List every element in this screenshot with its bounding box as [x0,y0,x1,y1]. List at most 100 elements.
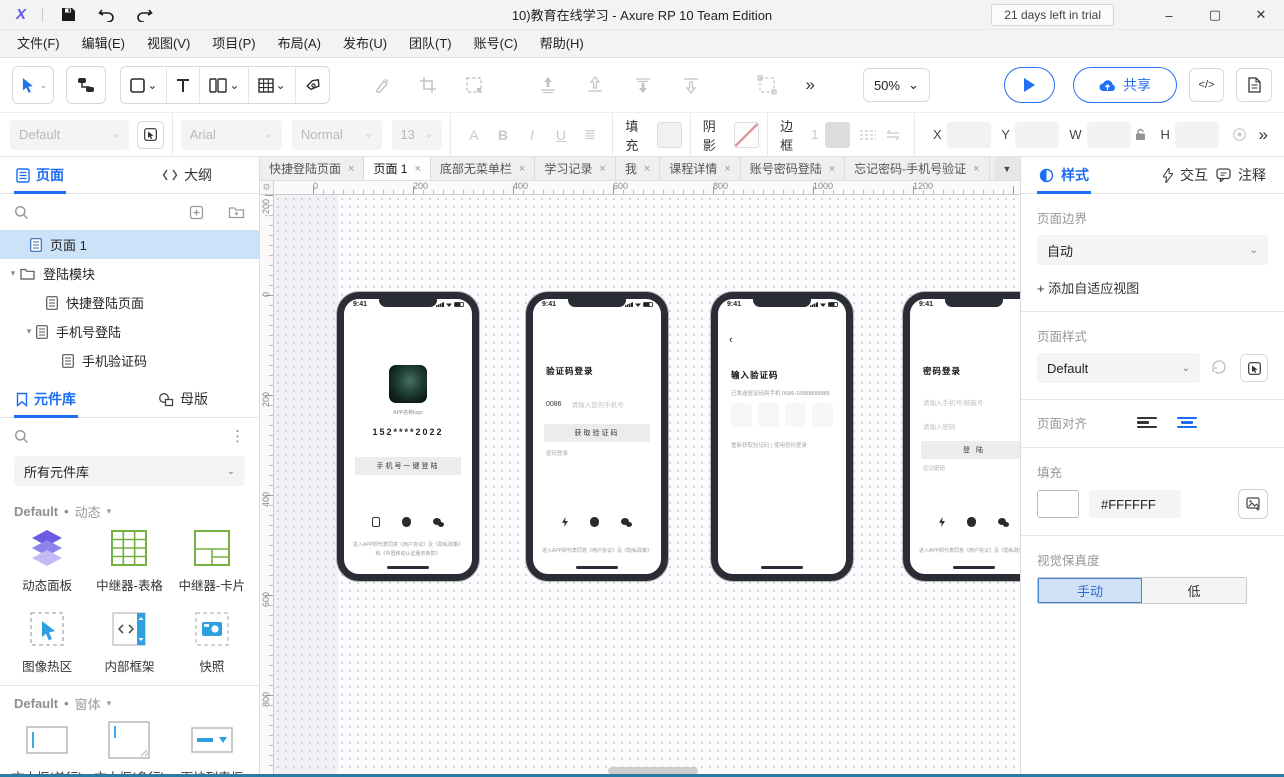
underline-button[interactable]: U [546,127,575,143]
phone-mockup-enter-code[interactable]: 9:41 ‹ 输入验证码 已发送验证码到手机 0086-18888888888 … [711,292,853,581]
style-picker-button[interactable] [1240,354,1268,382]
shadow-swatch[interactable] [734,122,759,148]
tab-close-icon[interactable]: × [414,163,420,175]
forgot-password-link[interactable]: 忘记密码 [923,464,945,472]
resend-or-password-links[interactable]: 重新获取验证码 | 使用密码登录 [731,441,807,449]
transform-icon[interactable] [457,68,491,102]
font-weight-select[interactable]: Normal⌄ [292,120,382,150]
password-input-row[interactable]: 请输入密码 [923,421,1020,431]
tab-outline[interactable]: 大纲 [160,157,214,194]
y-field[interactable] [1015,122,1060,148]
phone-mockup-sms-login[interactable]: 9:41 验证码登录 0086 请输入您的手机号 获取验证码 密码登录 进入AP… [526,292,668,581]
fill-swatch[interactable] [657,122,682,148]
menu-file[interactable]: 文件(F) [6,30,71,58]
caret-down-icon[interactable]: ▾ [6,268,20,279]
widget-hotspot[interactable]: 图像热区 [6,610,88,675]
kebab-menu-icon[interactable]: ⋮ [230,427,245,445]
menu-arrange[interactable]: 布局(A) [267,30,332,58]
caret-down-icon[interactable]: ▾ [22,326,36,337]
border-color-swatch[interactable] [825,122,850,148]
menu-help[interactable]: 帮助(H) [529,30,595,58]
fidelity-manual-option[interactable]: 手动 [1038,578,1142,603]
country-code[interactable]: 0086 [546,401,562,408]
tree-item-quick-login[interactable]: 快捷登陆页面 [0,288,259,317]
widget-textfield-multi[interactable]: 文本框(多行) [88,721,170,777]
get-code-button[interactable]: 获取验证码 [544,424,650,442]
library-section-dynamic[interactable]: Default • 动态 ▾ [0,494,259,527]
tab-close-icon[interactable]: × [644,163,650,175]
border-style-icon[interactable] [856,118,881,152]
bring-to-front-icon[interactable] [531,68,565,102]
code-digit-box[interactable] [785,403,806,427]
canvas-view[interactable]: 9:41 APP名称logo 152****2022 手机号一键登陆 进入APP… [274,195,1020,777]
trial-badge[interactable]: 21 days left in trial [991,4,1114,26]
widget-inline-frame[interactable]: 内部框架 [88,610,170,675]
doc-tab-me[interactable]: 我 × [616,157,660,180]
tab-close-icon[interactable]: × [519,163,525,175]
tab-interactions[interactable]: 交互 [1161,157,1210,194]
font-size-select[interactable]: 13⌄ [392,120,443,150]
undo-icon[interactable] [91,4,121,26]
code-digit-box[interactable] [812,403,833,427]
widget-textfield-single[interactable]: 文本框(单行) [6,721,88,777]
tab-close-icon[interactable]: × [973,163,979,175]
minimize-button[interactable]: – [1146,0,1192,30]
send-to-back-icon[interactable] [579,68,613,102]
widget-snapshot[interactable]: 快照 [171,610,253,675]
phone-mockup-quick-login[interactable]: 9:41 APP名称logo 152****2022 手机号一键登陆 进入APP… [337,292,479,581]
notes-doc-button[interactable] [1236,68,1272,102]
bring-forward-icon[interactable] [626,68,660,102]
tab-close-icon[interactable]: × [724,163,730,175]
tree-item-sms-code[interactable]: 手机验证码 [0,346,259,375]
flash-login-icon[interactable] [562,517,568,527]
style-picker-button[interactable] [137,121,164,149]
tab-close-icon[interactable]: × [829,163,835,175]
text-tool-button[interactable] [167,67,200,103]
search-icon[interactable] [14,205,29,220]
widget-dynamic-panel[interactable]: 动态面板 [6,529,88,594]
widget-droplist[interactable]: 下拉列表框 [171,721,253,777]
pen-tool-button[interactable] [296,67,330,103]
italic-button[interactable]: I [517,127,546,143]
doc-tab-account-login[interactable]: 账号密码登陆 × [741,157,845,180]
x-field[interactable] [947,122,992,148]
apple-login-icon[interactable] [402,517,411,527]
doc-tab-course-detail[interactable]: 课程详情 × [660,157,740,180]
code-digit-box[interactable] [758,403,779,427]
add-page-icon[interactable] [189,205,204,220]
border-width-value[interactable]: 1 [811,127,818,142]
close-button[interactable]: ✕ [1238,0,1284,30]
canvas-fill-hex[interactable]: #FFFFFF [1089,490,1181,518]
one-tap-login-button[interactable]: 手机号一键登陆 [355,457,461,475]
phone-input-row[interactable]: 0086 请输入您的手机号 [546,399,648,409]
widget-repeater-card[interactable]: 中继器-卡片 [171,529,253,594]
font-family-select[interactable]: Arial⌄ [181,120,282,150]
doc-tab-study-record[interactable]: 学习记录 × [535,157,615,180]
tree-item-phone-login[interactable]: ▾ 手机号登陆 [0,317,259,346]
code-digit-box[interactable] [731,403,752,427]
h-field[interactable] [1175,122,1220,148]
rectangle-tool-button[interactable]: ⌄ [121,67,167,103]
align-page-center-icon[interactable] [1177,417,1197,429]
ruler-settings-icon[interactable]: ⚙ [260,181,274,195]
visibility-icon[interactable] [1227,118,1252,152]
zoom-select[interactable]: 50% ⌄ [863,68,930,102]
menu-edit[interactable]: 编辑(E) [71,30,136,58]
send-backward-icon[interactable] [674,68,708,102]
group-icon[interactable] [750,68,784,102]
menu-account[interactable]: 账号(C) [463,30,529,58]
code-view-button[interactable]: </> [1189,68,1225,102]
wechat-login-icon[interactable] [621,518,632,527]
phone-login-icon[interactable] [372,517,380,527]
apple-login-icon[interactable] [967,517,976,527]
maximize-button[interactable]: ▢ [1192,0,1238,30]
save-icon[interactable] [53,4,83,26]
tab-close-icon[interactable]: × [599,163,605,175]
widget-repeater-table[interactable]: 中继器-表格 [88,529,170,594]
connector-tool-button[interactable] [66,66,106,104]
format-more-button[interactable]: » [1253,125,1274,145]
table-tool-button[interactable]: ⌄ [249,67,295,103]
select-tool-button[interactable]: ⌄ [12,66,54,104]
redo-icon[interactable] [129,4,159,26]
doc-tab-forgot-password[interactable]: 忘记密码-手机号验证 × [845,157,989,180]
